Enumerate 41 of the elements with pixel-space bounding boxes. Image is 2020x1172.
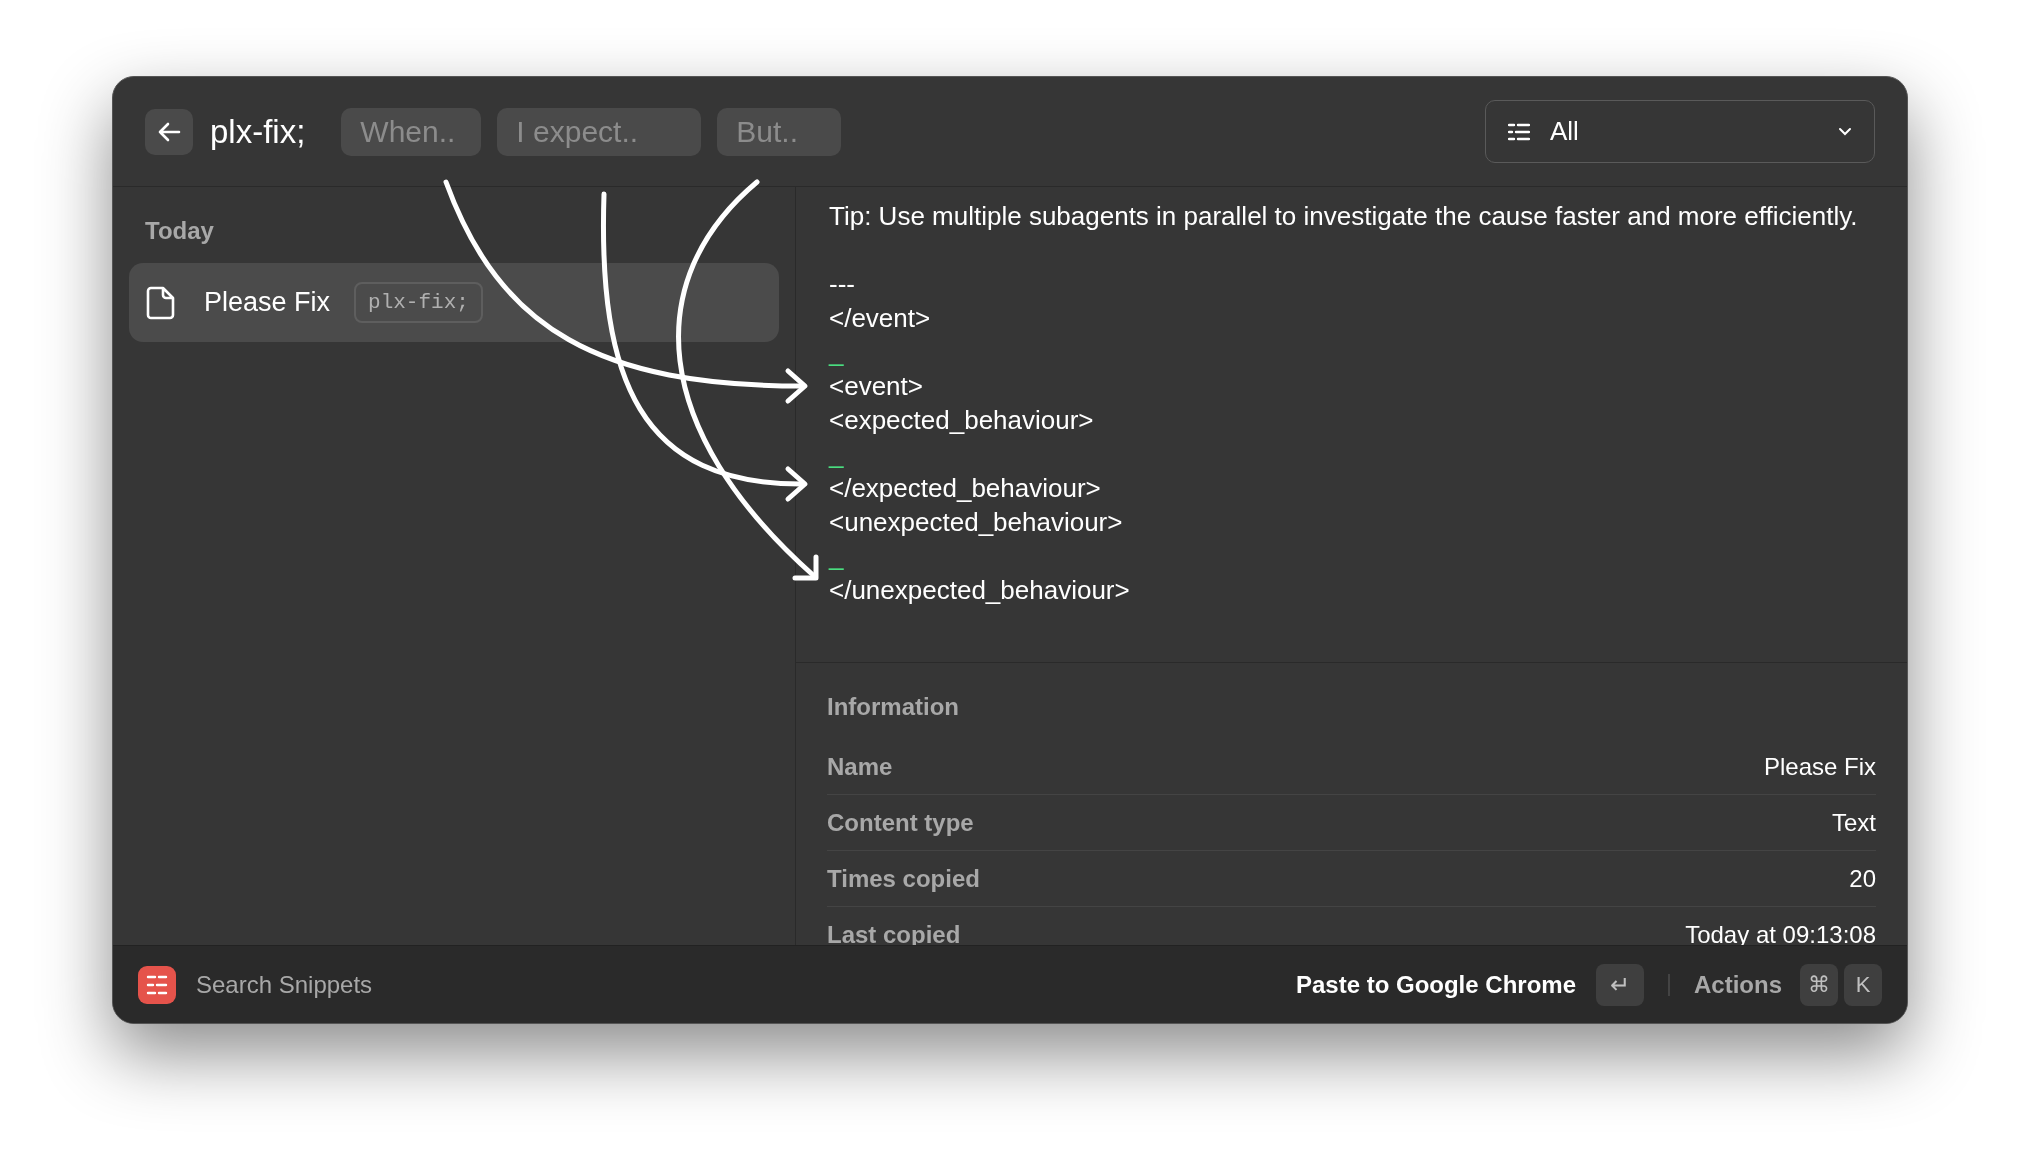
filter-icon	[1508, 122, 1530, 141]
snippet-keyword-badge: plx-fix;	[354, 281, 483, 324]
snippet-keyword: plx-fix;	[210, 111, 306, 152]
info-label: Last copied	[827, 920, 961, 950]
snippet-text: </event>	[829, 302, 932, 335]
snippet-text: <unexpected_behaviour>	[829, 506, 1124, 539]
snippet-text: </expected_behaviour>	[829, 472, 1102, 505]
section-heading: Today	[145, 216, 215, 246]
info-label: Content type	[827, 807, 974, 838]
key-hint: ⌘	[1800, 963, 1838, 1006]
info-label: Name	[827, 751, 893, 782]
placeholder-marker: _	[829, 541, 844, 571]
snippet-title: Please Fix	[204, 286, 331, 320]
section-heading: Information	[827, 692, 960, 722]
placeholder-marker: _	[829, 439, 844, 469]
info-label: Times copied	[827, 863, 980, 894]
argument-field[interactable]: When..	[341, 107, 482, 156]
back-arrow-icon	[157, 120, 181, 143]
snippet-text: </unexpected_behaviour>	[829, 574, 1131, 607]
app-name: Search Snippets	[196, 969, 373, 1000]
argument-field[interactable]: I expect..	[497, 107, 702, 156]
filter-dropdown[interactable]: All	[1485, 100, 1875, 163]
info-value: Today at 09:13:08	[1685, 920, 1876, 950]
info-value: 20	[1849, 863, 1876, 894]
key-hint: ↵	[1596, 963, 1644, 1006]
key-hint: K	[1844, 963, 1882, 1006]
document-icon	[146, 285, 176, 320]
snippet-text: Tip: Use multiple subagents in parallel to investigate the cause faster and more efficiently.	[829, 200, 1859, 233]
snippet-text: <expected_behaviour>	[829, 404, 1095, 437]
argument-field[interactable]: But..	[717, 107, 842, 156]
paste-button[interactable]: Paste to Google Chrome	[1295, 966, 1576, 1003]
placeholder-marker: _	[829, 337, 844, 367]
app-icon	[138, 965, 176, 1004]
chevron-down-icon	[1838, 127, 1852, 136]
snippet-list-item[interactable]: Please Fix plx-fix;	[129, 263, 779, 342]
info-value: Please Fix	[1763, 751, 1876, 782]
snippet-text: <event>	[829, 370, 924, 403]
actions-button[interactable]: Actions	[1694, 966, 1782, 1003]
back-button[interactable]	[145, 108, 193, 155]
info-value: Text	[1832, 807, 1876, 838]
snippet-text: ---	[829, 268, 856, 301]
